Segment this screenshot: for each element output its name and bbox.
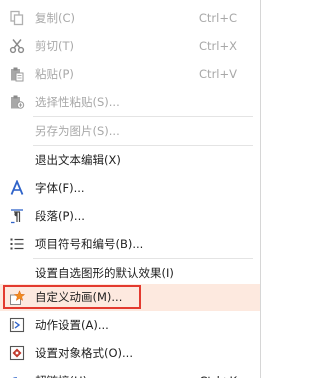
menu-item-bullets-numbering[interactable]: 项目符号和编号(B)... <box>0 230 261 258</box>
scissors-icon <box>6 32 28 60</box>
menu-item-action-settings[interactable]: 动作设置(A)... <box>0 311 261 339</box>
menu-item-save-as-picture[interactable]: 另存为图片(S)... <box>0 117 261 145</box>
menu-item-exit-text-edit[interactable]: 退出文本编辑(X) <box>0 146 261 174</box>
menu-item-format-object[interactable]: 设置对象格式(O)... <box>0 339 261 367</box>
link-icon <box>6 367 28 378</box>
menu-item-cut[interactable]: 剪切(T) Ctrl+X <box>0 32 261 60</box>
action-icon <box>6 311 28 339</box>
context-menu: 复制(C) Ctrl+C 剪切(T) Ctrl+X 粘贴(P) Ctrl+V 选… <box>0 0 261 378</box>
clipboard-icon <box>6 60 28 88</box>
format-object-icon <box>6 339 28 367</box>
menu-item-label: 复制(C) <box>35 11 76 25</box>
menu-item-label: 另存为图片(S)... <box>35 124 120 138</box>
menu-item-font[interactable]: 字体(F)... <box>0 174 261 202</box>
menu-right-border <box>260 0 261 378</box>
menu-item-label: 段落(P)... <box>35 209 85 223</box>
bullet-list-icon <box>6 230 28 258</box>
menu-item-label: 字体(F)... <box>35 181 85 195</box>
menu-item-shortcut: Ctrl+X <box>199 39 237 53</box>
menu-item-label: 自定义动画(M)... <box>35 290 123 304</box>
menu-item-label: 超链接(H)... <box>35 367 98 378</box>
menu-item-paragraph[interactable]: 段落(P)... <box>0 202 261 230</box>
menu-item-shortcut: Ctrl+V <box>199 67 237 81</box>
menu-item-label: 粘贴(P) <box>35 67 74 81</box>
menu-item-label: 动作设置(A)... <box>35 318 109 332</box>
menu-item-label: 选择性粘贴(S)... <box>35 95 120 109</box>
menu-item-copy[interactable]: 复制(C) Ctrl+C <box>0 4 261 32</box>
font-a-icon <box>6 174 28 202</box>
paragraph-icon <box>6 202 28 230</box>
menu-item-shortcut: Ctrl+C <box>198 11 237 25</box>
menu-item-paste-special[interactable]: 选择性粘贴(S)... <box>0 88 261 116</box>
menu-item-custom-animation[interactable]: 自定义动画(M)... <box>0 284 261 311</box>
menu-item-label: 剪切(T) <box>35 39 74 53</box>
menu-item-label: 设置对象格式(O)... <box>35 346 133 360</box>
menu-item-shortcut: Ctrl+K <box>199 367 237 378</box>
menu-item-label: 设置自选图形的默认效果(I) <box>35 266 174 280</box>
menu-item-label: 退出文本编辑(X) <box>35 153 121 167</box>
menu-item-set-default-effect[interactable]: 设置自选图形的默认效果(I) <box>0 259 261 287</box>
paste-special-icon <box>6 88 28 116</box>
menu-item-label: 项目符号和编号(B)... <box>35 237 144 251</box>
menu-item-hyperlink[interactable]: 超链接(H)... Ctrl+K <box>0 367 261 378</box>
star-animation-icon <box>6 284 28 311</box>
menu-item-paste[interactable]: 粘贴(P) Ctrl+V <box>0 60 261 88</box>
copy-icon <box>6 4 28 32</box>
